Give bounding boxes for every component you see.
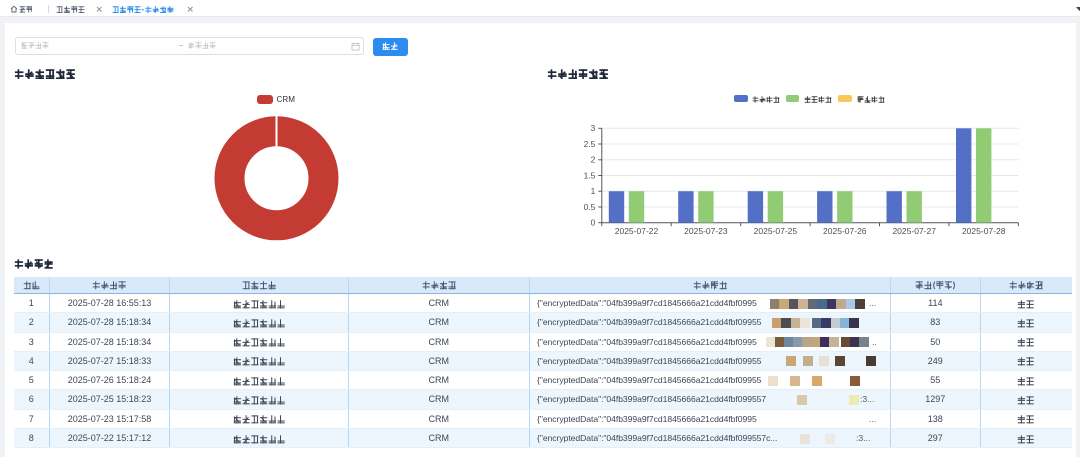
svg-text:2025-07-28: 2025-07-28	[962, 226, 1006, 236]
svg-text:2025-07-26: 2025-07-26	[823, 226, 867, 236]
svg-text:1: 1	[591, 186, 596, 196]
svg-text:0.5: 0.5	[584, 202, 596, 212]
svg-text:1.5: 1.5	[584, 170, 596, 180]
svg-text:2025-07-22: 2025-07-22	[615, 226, 659, 236]
svg-text:2025-07-27: 2025-07-27	[892, 226, 936, 236]
svg-text:2.5: 2.5	[584, 139, 596, 149]
svg-text:3: 3	[591, 123, 596, 133]
svg-text:2025-07-25: 2025-07-25	[754, 226, 798, 236]
svg-text:2: 2	[591, 155, 596, 165]
svg-text:0: 0	[591, 218, 596, 228]
svg-text:2025-07-23: 2025-07-23	[684, 226, 728, 236]
